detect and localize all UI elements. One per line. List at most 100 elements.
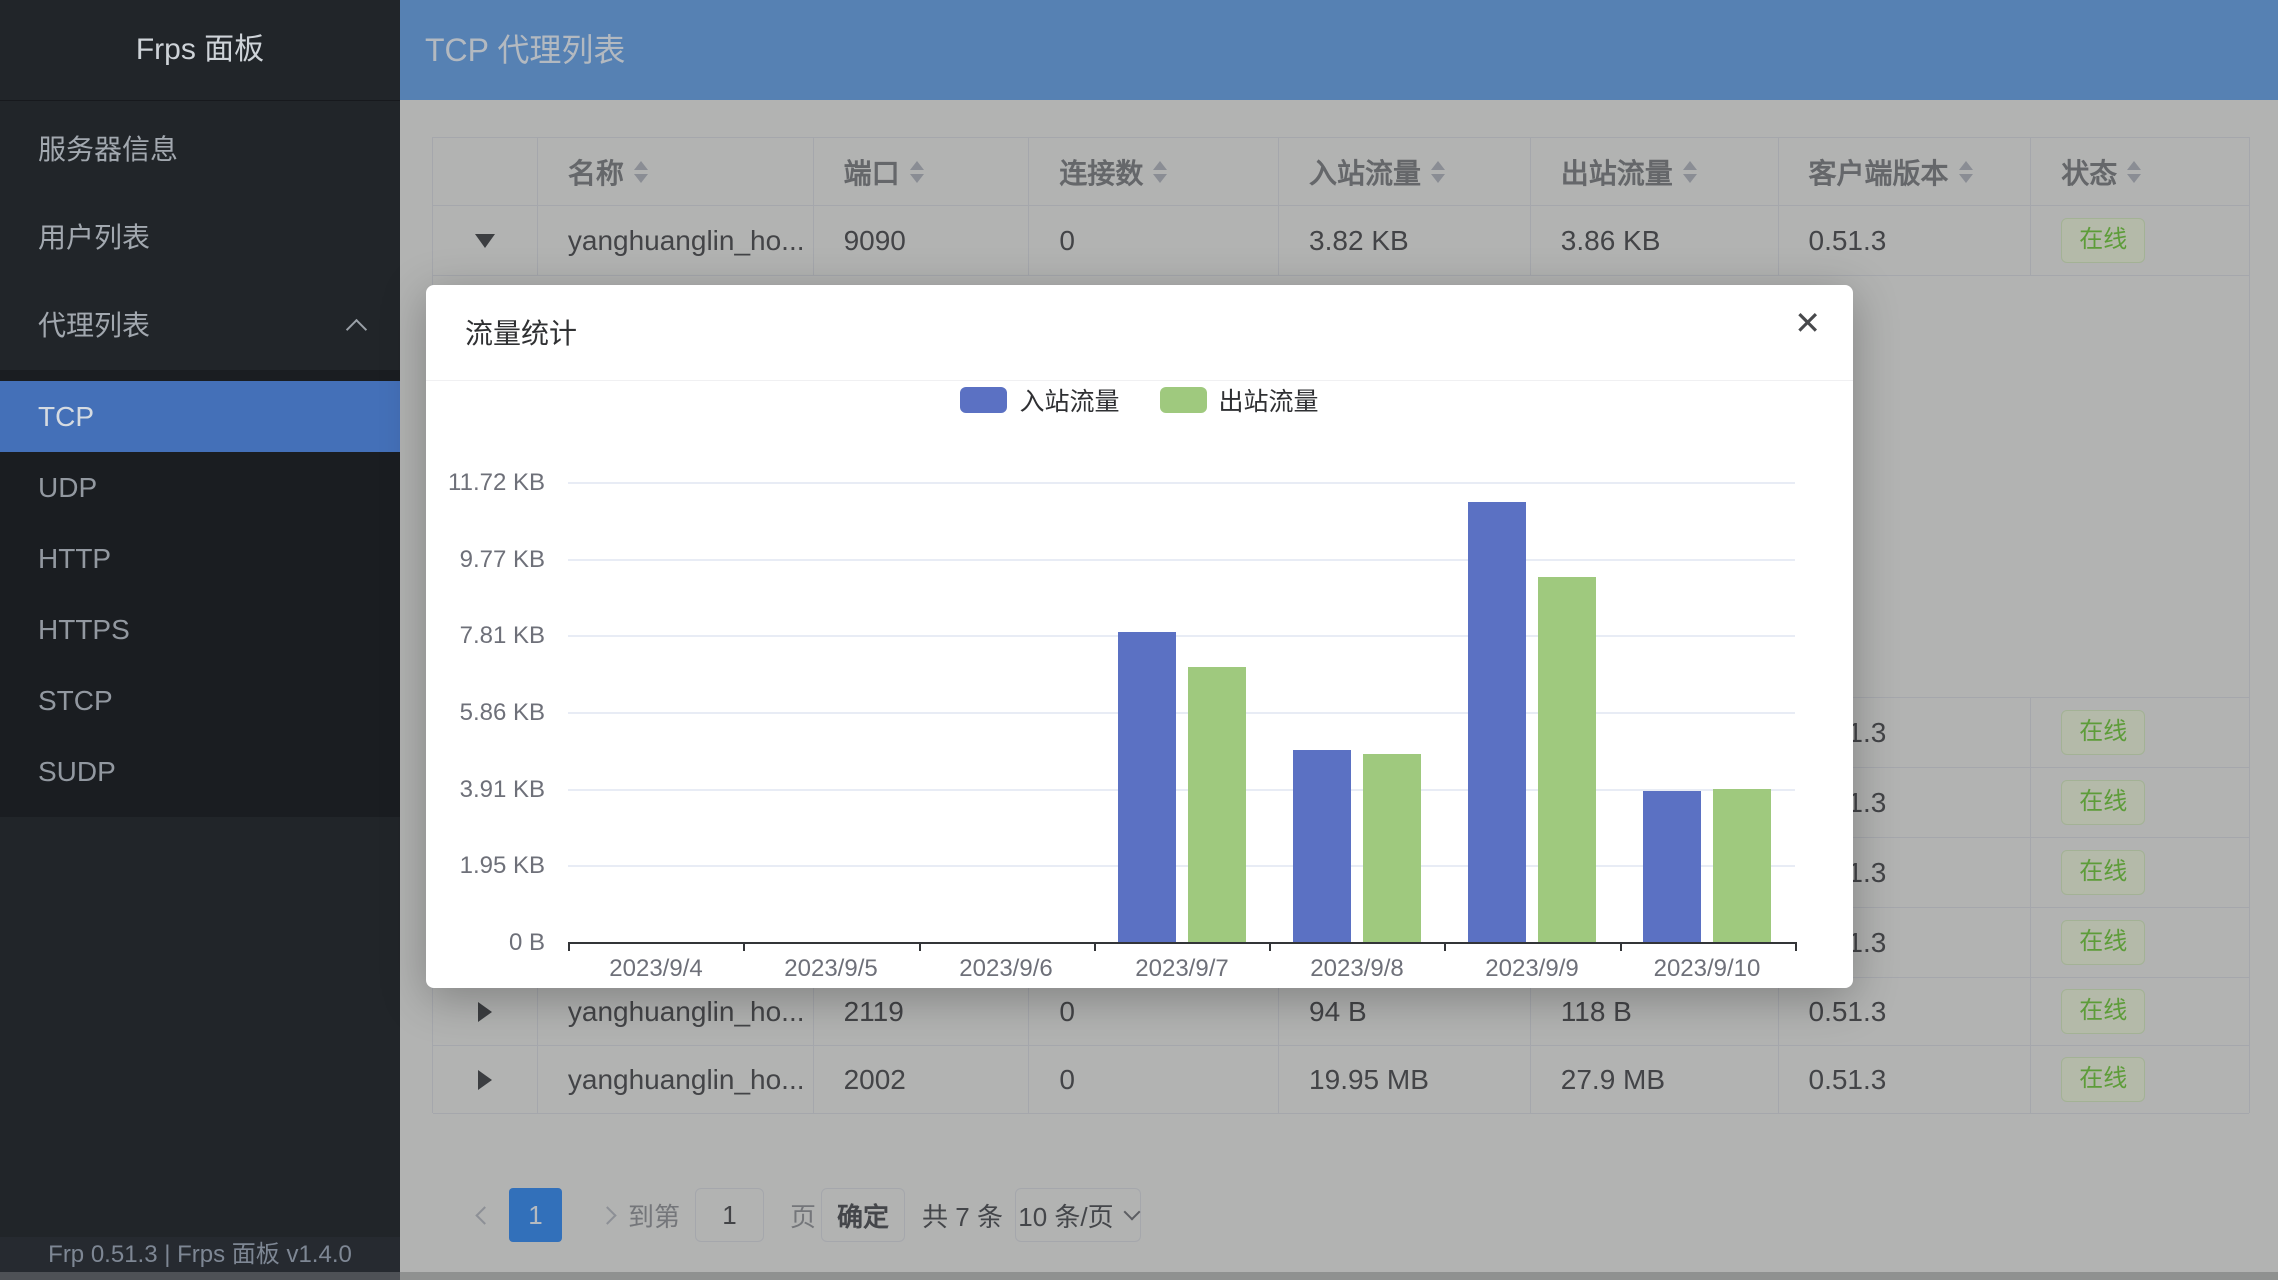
bar-outbound-2023/9/7 bbox=[1188, 667, 1246, 942]
prev-page-button[interactable] bbox=[472, 1188, 496, 1242]
sidebar-subitem-tcp[interactable]: TCP bbox=[0, 381, 400, 452]
sidebar-submenu: TCPUDPHTTPHTTPSSTCPSUDP bbox=[0, 370, 400, 817]
page-1-button[interactable]: 1 bbox=[509, 1188, 562, 1242]
cell-status: 在线 bbox=[2031, 1046, 2249, 1113]
column-header-inbound-traffic[interactable]: 入站流量 bbox=[1279, 138, 1531, 205]
column-header-label: 端口 bbox=[844, 152, 900, 192]
column-header-port[interactable]: 端口 bbox=[814, 138, 1030, 205]
sidebar-subitem-udp[interactable]: UDP bbox=[0, 452, 400, 523]
cell-status: 在线 bbox=[2031, 908, 2249, 977]
sort-caret-icon bbox=[1431, 161, 1445, 183]
sort-descending-icon bbox=[910, 174, 924, 183]
sidebar-subitem-stcp[interactable]: STCP bbox=[0, 665, 400, 736]
sidebar-item-server-info[interactable]: 服务器信息 bbox=[0, 106, 400, 194]
collapse-row-icon[interactable] bbox=[475, 234, 495, 248]
status-badge: 在线 bbox=[2061, 218, 2145, 263]
y-axis-tick-label: 9.77 KB bbox=[426, 546, 545, 574]
cell-connections: 0 bbox=[1029, 206, 1279, 275]
column-header-name[interactable]: 名称 bbox=[538, 138, 814, 205]
column-header-outbound-traffic[interactable]: 出站流量 bbox=[1531, 138, 1779, 205]
sort-ascending-icon bbox=[910, 161, 924, 170]
sidebar-item-proxy-list[interactable]: 代理列表 bbox=[0, 282, 400, 370]
sort-ascending-icon bbox=[1683, 161, 1697, 170]
page-size-select[interactable]: 10 条/页 bbox=[1015, 1188, 1141, 1242]
x-axis-tick-label: 2023/9/5 bbox=[784, 955, 877, 983]
sidebar-item-user-list[interactable]: 用户列表 bbox=[0, 194, 400, 282]
table-row: yanghuanglin_ho...2119094 B118 B0.51.3在线 bbox=[433, 978, 2249, 1046]
cell-inbound-traffic: 94 B bbox=[1279, 978, 1531, 1045]
pagination: 1 到第 页 确定 共 7 条 10 条/页 bbox=[472, 1188, 1141, 1242]
cell-text: 9090 bbox=[844, 225, 906, 257]
status-badge: 在线 bbox=[2061, 989, 2145, 1034]
cell-outbound-traffic: 118 B bbox=[1531, 978, 1779, 1045]
y-axis-tick-label: 7.81 KB bbox=[426, 622, 545, 650]
sort-ascending-icon bbox=[1153, 161, 1167, 170]
cell-text: 3.82 KB bbox=[1309, 225, 1409, 257]
sidebar-subitem-http[interactable]: HTTP bbox=[0, 523, 400, 594]
main-bottom-strip bbox=[400, 1272, 2278, 1280]
cell-text: yanghuanglin_ho... bbox=[568, 1064, 805, 1096]
page-jump-input[interactable] bbox=[695, 1188, 764, 1242]
status-badge: 在线 bbox=[2061, 850, 2145, 895]
column-header-connections[interactable]: 连接数 bbox=[1029, 138, 1279, 205]
bar-outbound-2023/9/10 bbox=[1713, 789, 1771, 942]
x-axis-line bbox=[568, 942, 1797, 944]
confirm-button[interactable]: 确定 bbox=[821, 1188, 905, 1242]
sort-descending-icon bbox=[1683, 174, 1697, 183]
jump-prefix-label: 到第 bbox=[628, 1197, 680, 1234]
chevron-up-icon bbox=[346, 319, 367, 340]
column-header-status[interactable]: 状态 bbox=[2031, 138, 2249, 205]
expand-row-icon[interactable] bbox=[478, 1070, 492, 1090]
x-axis-tick bbox=[1620, 942, 1622, 951]
expand-row-icon[interactable] bbox=[478, 1002, 492, 1022]
status-badge: 在线 bbox=[2061, 710, 2145, 755]
sidebar-item-label: 代理列表 bbox=[38, 310, 150, 341]
cell-port: 2119 bbox=[814, 978, 1030, 1045]
cell-text: 3.86 KB bbox=[1561, 225, 1661, 257]
cell-port: 9090 bbox=[814, 206, 1030, 275]
sidebar-item-label: 服务器信息 bbox=[38, 134, 178, 165]
bar-outbound-2023/9/9 bbox=[1538, 577, 1596, 942]
column-header-label: 状态 bbox=[2061, 152, 2117, 192]
cell-outbound-traffic: 27.9 MB bbox=[1531, 1046, 1779, 1113]
x-axis-tick bbox=[919, 942, 921, 951]
x-axis-tick-label: 2023/9/4 bbox=[609, 955, 702, 983]
bar-inbound-2023/9/9 bbox=[1468, 502, 1526, 942]
x-axis-tick-label: 2023/9/8 bbox=[1310, 955, 1403, 983]
cell-text: 0.51.3 bbox=[1809, 1064, 1887, 1096]
sort-ascending-icon bbox=[2127, 161, 2141, 170]
cell-connections: 0 bbox=[1029, 1046, 1279, 1113]
sidebar-subitem-https[interactable]: HTTPS bbox=[0, 594, 400, 665]
column-header-client-version[interactable]: 客户端版本 bbox=[1779, 138, 2032, 205]
bar-inbound-2023/9/7 bbox=[1118, 632, 1176, 942]
cell-name: yanghuanglin_ho... bbox=[538, 206, 814, 275]
frps-dashboard: Frps 面板 服务器信息用户列表代理列表 TCPUDPHTTPHTTPSSTC… bbox=[0, 0, 2278, 1280]
sort-descending-icon bbox=[1959, 174, 1973, 183]
traffic-bar-chart: 0 B1.95 KB3.91 KB5.86 KB7.81 KB9.77 KB11… bbox=[426, 285, 1853, 988]
cell-client-version: 0.51.3 bbox=[1779, 206, 2032, 275]
column-header-label: 连接数 bbox=[1059, 152, 1143, 192]
chevron-down-icon bbox=[1123, 1204, 1140, 1221]
cell-text: 2002 bbox=[844, 1064, 906, 1096]
cell-name: yanghuanglin_ho... bbox=[538, 978, 814, 1045]
sort-caret-icon bbox=[1959, 161, 1973, 183]
y-axis-tick-label: 11.72 KB bbox=[426, 469, 545, 497]
sidebar-subitem-sudp[interactable]: SUDP bbox=[0, 736, 400, 807]
cell-client-version: 0.51.3 bbox=[1779, 978, 2032, 1045]
cell-text: 0 bbox=[1059, 1064, 1075, 1096]
cell-status: 在线 bbox=[2031, 206, 2249, 275]
x-axis-tick-label: 2023/9/9 bbox=[1485, 955, 1578, 983]
column-header-label: 入站流量 bbox=[1309, 152, 1421, 192]
next-page-button[interactable] bbox=[595, 1188, 619, 1242]
chart-gridline bbox=[568, 712, 1795, 714]
bar-inbound-2023/9/8 bbox=[1293, 750, 1351, 942]
table-row: yanghuanglin_ho... 9090 0 3.82 KB 3.86 KB 0.5… bbox=[433, 206, 2249, 276]
x-axis-tick bbox=[1795, 942, 1797, 951]
table-row: yanghuanglin_ho...2002019.95 MB27.9 MB0.… bbox=[433, 1046, 2249, 1114]
page-header: TCP 代理列表 bbox=[400, 0, 2278, 100]
sort-caret-icon bbox=[1683, 161, 1697, 183]
x-axis-tick bbox=[743, 942, 745, 951]
y-axis-tick-label: 3.91 KB bbox=[426, 776, 545, 804]
cell-status: 在线 bbox=[2031, 978, 2249, 1045]
y-axis-tick-label: 5.86 KB bbox=[426, 699, 545, 727]
